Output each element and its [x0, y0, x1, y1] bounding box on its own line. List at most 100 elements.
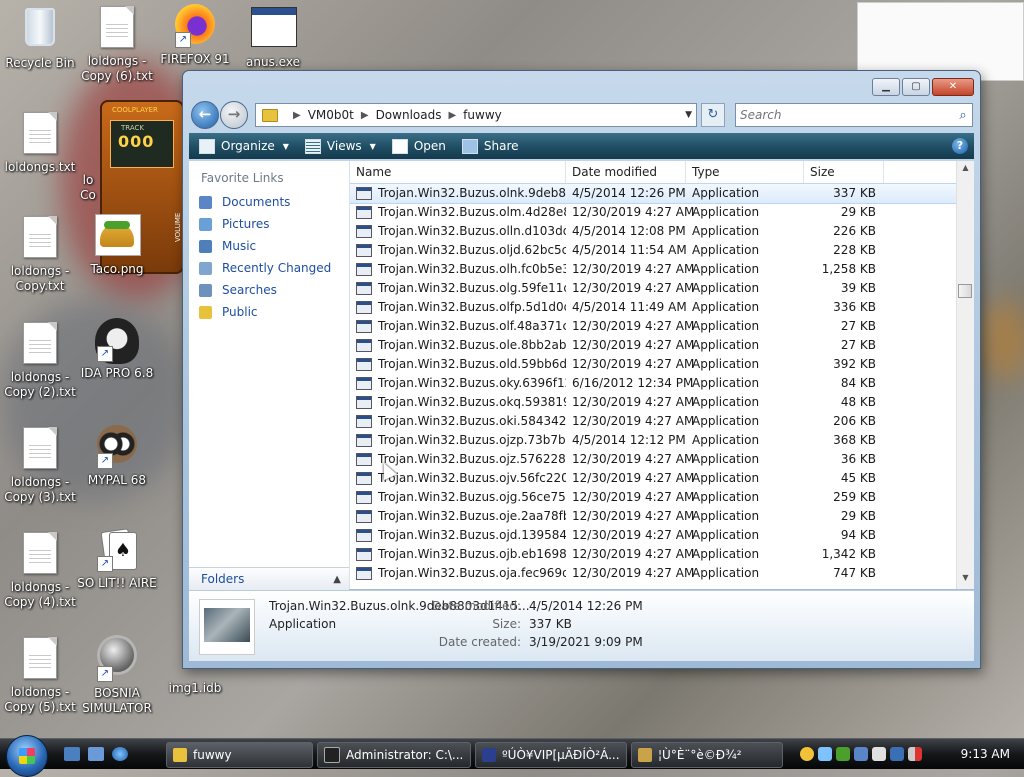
clock[interactable]: 9:13 AM: [961, 747, 1010, 761]
application-icon: [356, 282, 372, 295]
desktop-icon-text-file[interactable]: loldongs.txt: [0, 110, 80, 175]
file-row[interactable]: Trojan.Win32.Buzus.oljd.62bc5c1... 4/5/20…: [350, 241, 974, 260]
desktop-icon-label: loldongs - Copy (6).txt: [81, 54, 153, 83]
file-row[interactable]: Trojan.Win32.Buzus.olnk.9deb880... 4/5/20…: [350, 183, 974, 204]
search-input[interactable]: [736, 107, 954, 123]
desktop-icon-text-file[interactable]: loldongs - Copy (4).txt: [0, 530, 80, 610]
desktop-icon-bosnia-simulator[interactable]: ↗ BOSNIA SIMULATOR: [77, 633, 157, 716]
file-row[interactable]: Trojan.Win32.Buzus.okq.59381979... 12/30/…: [350, 393, 974, 412]
scroll-up-icon[interactable]: ▲: [957, 163, 974, 177]
file-row[interactable]: Trojan.Win32.Buzus.ojb.eb169832... 12/30/…: [350, 545, 974, 564]
desktop-icon-text-file[interactable]: loldongs - Copy (2).txt: [0, 320, 80, 400]
file-row[interactable]: Trojan.Win32.Buzus.oje.2aa78fbf8... 12/30…: [350, 507, 974, 526]
desktop-icon-partial[interactable]: lo Co: [78, 158, 98, 218]
desktop-icon-mypal[interactable]: ↗ MYPAL 68: [77, 423, 157, 488]
file-row[interactable]: Trojan.Win32.Buzus.olln.d103dd6... 4/5/20…: [350, 222, 974, 241]
tray-icon[interactable]: [836, 747, 850, 761]
column-header-type[interactable]: Type: [686, 161, 804, 183]
show-desktop-icon[interactable]: [64, 747, 80, 761]
file-row[interactable]: Trojan.Win32.Buzus.ojz.57622875... 12/30/…: [350, 450, 974, 469]
desktop-icon-taco[interactable]: Taco.png: [77, 214, 157, 277]
desktop-icon-solitaire[interactable]: ♠ ↗ SO LIT!! AIRE: [72, 528, 162, 591]
favorite-link-item[interactable]: Recently Changed: [189, 257, 349, 279]
scroll-thumb[interactable]: [958, 284, 972, 298]
desktop-icon-anus-exe[interactable]: anus.exe: [233, 4, 313, 70]
volume-muted-icon[interactable]: [908, 747, 922, 761]
favorite-link-item[interactable]: Documents: [189, 191, 349, 213]
scroll-down-icon[interactable]: ▼: [957, 573, 974, 587]
organize-menu[interactable]: Organize ▼: [199, 138, 289, 154]
share-button[interactable]: Share: [461, 138, 519, 154]
taskbar-button-fuwwy[interactable]: fuwwy: [166, 742, 313, 768]
column-header-size[interactable]: Size: [804, 161, 884, 183]
refresh-button[interactable]: ↻: [701, 103, 725, 127]
file-row[interactable]: Trojan.Win32.Buzus.oki.584342bb... 12/30/…: [350, 412, 974, 431]
search-box[interactable]: ⌕: [735, 103, 973, 127]
file-row[interactable]: Trojan.Win32.Buzus.ole.8bb2ab8b... 12/30/…: [350, 336, 974, 355]
file-row[interactable]: Trojan.Win32.Buzus.olf.48a371c0e... 12/30…: [350, 317, 974, 336]
tray-icon[interactable]: [872, 747, 886, 761]
file-row[interactable]: Trojan.Win32.Buzus.oky.6396f120... 6/16/2…: [350, 374, 974, 393]
taskbar-button-app[interactable]: ºÚÒ¥VIP[µÄÐÍÒ²Á...: [475, 742, 627, 768]
search-icon[interactable]: ⌕: [954, 108, 972, 123]
vertical-scrollbar[interactable]: ▲ ▼: [956, 161, 974, 589]
help-icon[interactable]: ?: [952, 138, 968, 154]
taskbar-button-app2[interactable]: ¦Ù°È¨°è©Ð¾²: [631, 742, 783, 768]
folders-toggle[interactable]: Folders ▲: [189, 567, 349, 590]
file-row[interactable]: Trojan.Win32.Buzus.olg.59fe11dc... 12/30/…: [350, 279, 974, 298]
file-name-cell: Trojan.Win32.Buzus.okq.59381979...: [350, 393, 566, 412]
breadcrumb-separator-icon[interactable]: ▶: [448, 110, 456, 121]
breadcrumb-item[interactable]: Downloads: [376, 108, 442, 122]
column-header-name[interactable]: Name: [350, 161, 566, 183]
views-menu[interactable]: Views ▼: [304, 138, 376, 154]
explorer-window[interactable]: ▁ ▢ ✕ ← → ▶ VM0b0t ▶ Downloads ▶ fuwwy ▼…: [182, 70, 981, 669]
desktop-icon-firefox[interactable]: ↗ FIREFOX 91: [155, 4, 235, 67]
maximize-button[interactable]: ▢: [902, 78, 930, 96]
file-row[interactable]: Trojan.Win32.Buzus.ojg.56ce7568... 12/30/…: [350, 488, 974, 507]
file-row[interactable]: Trojan.Win32.Buzus.olfp.5d1d0d0... 4/5/20…: [350, 298, 974, 317]
desktop-icon-ida-pro[interactable]: ↗ IDA PRO 6.8: [77, 318, 157, 381]
favorite-link-item[interactable]: Pictures: [189, 213, 349, 235]
file-row[interactable]: Trojan.Win32.Buzus.olh.fc0b5e3b... 12/30/…: [350, 260, 974, 279]
back-button[interactable]: ←: [191, 101, 219, 129]
file-row[interactable]: Trojan.Win32.Buzus.oja.fec969db... 12/30/…: [350, 564, 974, 583]
folder-icon: [262, 108, 278, 122]
file-name: Trojan.Win32.Buzus.olf.48a371c0e...: [378, 319, 566, 333]
favorite-link-item[interactable]: Public: [189, 301, 349, 323]
close-button[interactable]: ✕: [932, 78, 974, 96]
file-date-cell: 12/30/2019 4:27 AM: [572, 547, 695, 561]
switch-windows-icon[interactable]: [88, 747, 104, 761]
desktop-icon-recycle-bin[interactable]: Recycle Bin: [0, 4, 80, 71]
favorite-link-item[interactable]: Music: [189, 235, 349, 257]
open-button[interactable]: Open: [391, 138, 446, 154]
start-button[interactable]: [6, 735, 48, 777]
desktop-icon-text-file[interactable]: loldongs - Copy (3).txt: [0, 425, 80, 505]
file-row[interactable]: Trojan.Win32.Buzus.old.59bb6d11... 12/30/…: [350, 355, 974, 374]
smiley-tray-icon[interactable]: [800, 747, 814, 761]
desktop-icon-text-file[interactable]: loldongs - Copy (5).txt: [0, 635, 80, 715]
forward-button[interactable]: →: [220, 101, 248, 129]
tray-icon[interactable]: [818, 747, 832, 761]
desktop-icon-label: loldongs.txt: [4, 160, 76, 174]
taskbar-button-cmd[interactable]: Administrator: C:\...: [317, 742, 471, 768]
file-size-cell: 747 KB: [833, 566, 876, 580]
internet-explorer-icon[interactable]: [112, 747, 128, 761]
file-row[interactable]: Trojan.Win32.Buzus.olm.4d28e8e... 12/30/2…: [350, 203, 974, 222]
favorite-link-item[interactable]: Searches: [189, 279, 349, 301]
breadcrumb-item[interactable]: VM0b0t: [308, 108, 354, 122]
file-name: Trojan.Win32.Buzus.ojz.57622875...: [378, 452, 566, 466]
desktop-icon-text-file[interactable]: loldongs - Copy.txt: [0, 214, 80, 294]
file-row[interactable]: Trojan.Win32.Buzus.ojv.56fc22074... 12/30…: [350, 469, 974, 488]
network-icon[interactable]: [890, 747, 904, 761]
file-row[interactable]: Trojan.Win32.Buzus.ojd.139584fa... 12/30/…: [350, 526, 974, 545]
file-date-cell: 12/30/2019 4:27 AM: [572, 262, 695, 276]
column-header-date[interactable]: Date modified: [566, 161, 686, 183]
tray-icon[interactable]: [854, 747, 868, 761]
address-bar[interactable]: ▶ VM0b0t ▶ Downloads ▶ fuwwy ▼: [255, 103, 697, 127]
breadcrumb-separator-icon[interactable]: ▶: [361, 110, 369, 121]
file-row[interactable]: Trojan.Win32.Buzus.ojzp.73b7b72... 4/5/20…: [350, 431, 974, 450]
address-dropdown-icon[interactable]: ▼: [685, 110, 692, 120]
minimize-button[interactable]: ▁: [872, 78, 900, 96]
desktop-icon-text-file[interactable]: loldongs - Copy (6).txt: [77, 4, 157, 84]
breadcrumb-item[interactable]: fuwwy: [463, 108, 502, 122]
